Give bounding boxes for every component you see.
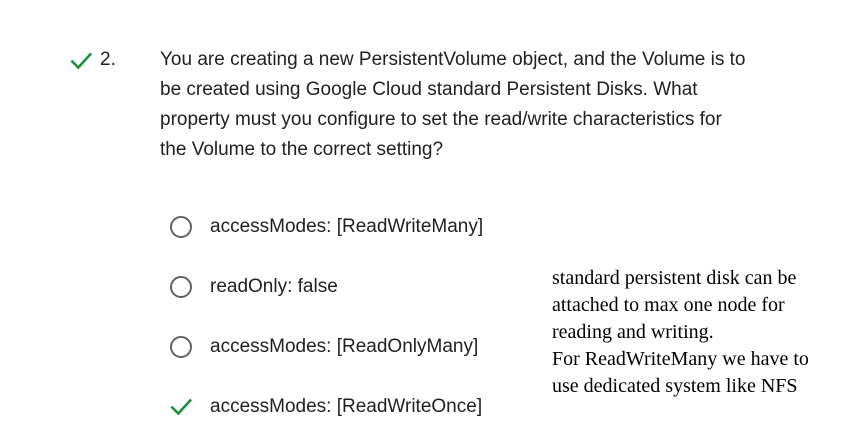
option-read-write-once[interactable]: accessModes: [ReadWriteOnce] (170, 392, 482, 422)
check-icon[interactable] (168, 394, 194, 420)
option-read-only-false[interactable]: readOnly: false (170, 272, 338, 302)
note-line: For ReadWriteMany we have to (552, 348, 809, 370)
radio-unselected-icon[interactable] (170, 336, 192, 358)
radio-unselected-icon[interactable] (170, 276, 192, 298)
note-line: standard persistent disk can be (552, 267, 797, 289)
option-read-write-many[interactable]: accessModes: [ReadWriteMany] (170, 212, 483, 242)
question-number: 2. (100, 49, 116, 70)
radio-unselected-icon[interactable] (170, 216, 192, 238)
correct-check-icon (70, 52, 93, 70)
note-line: reading and writing. (552, 321, 714, 343)
option-label: readOnly: false (210, 276, 338, 297)
option-label: accessModes: [ReadOnlyMany] (210, 336, 479, 357)
question-text-line: You are creating a new PersistentVolume … (160, 49, 746, 70)
question-text-line: property must you configure to set the r… (160, 109, 722, 130)
option-label: accessModes: [ReadWriteOnce] (210, 396, 483, 417)
question-text-line: be created using Google Cloud standard P… (160, 79, 698, 100)
question-text-line: the Volume to the correct setting? (160, 139, 444, 160)
option-label: accessModes: [ReadWriteMany] (210, 216, 484, 237)
question-text: You are creating a new PersistentVolume … (160, 45, 800, 165)
handwritten-note: standard persistent disk can be attached… (552, 265, 867, 400)
note-line: attached to max one node for (552, 294, 785, 316)
option-read-only-many[interactable]: accessModes: [ReadOnlyMany] (170, 332, 478, 362)
note-line: use dedicated system like NFS (552, 375, 798, 397)
